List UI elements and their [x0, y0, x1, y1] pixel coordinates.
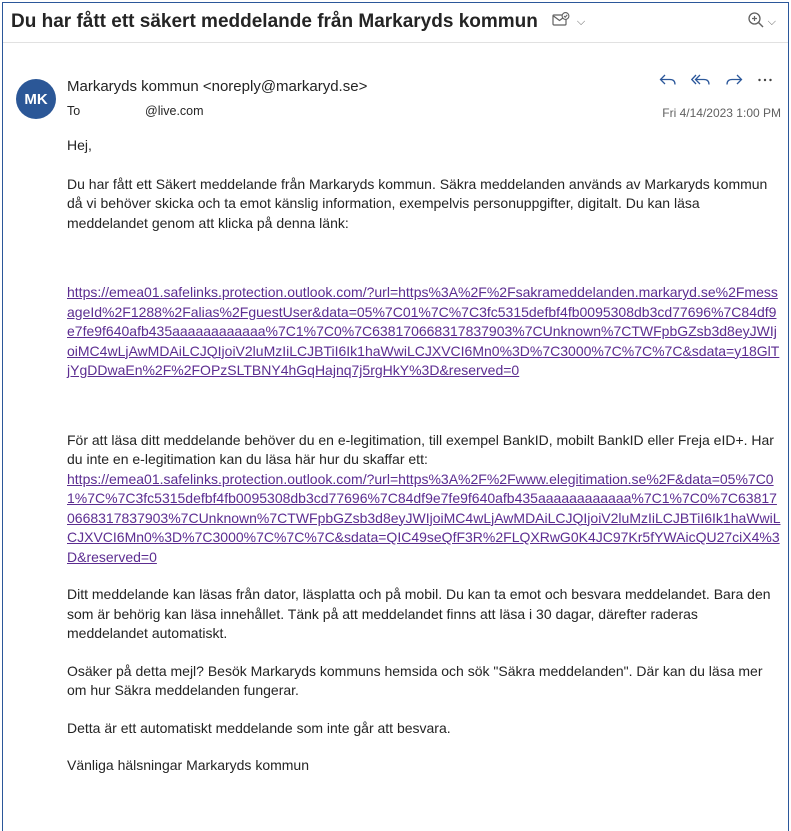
- recipient-row: To @live.com: [67, 104, 204, 118]
- forward-icon[interactable]: [725, 72, 743, 88]
- avatar[interactable]: MK: [16, 79, 56, 119]
- message-body: Hej, Du har fått ett Säkert meddelande f…: [67, 136, 781, 776]
- reply-icon[interactable]: [659, 72, 677, 88]
- to-label: To: [67, 104, 81, 118]
- subject-bar: Du har fått ett säkert meddelande från M…: [3, 3, 788, 41]
- sensitivity-icon[interactable]: [552, 11, 570, 33]
- greeting: Hej,: [67, 137, 92, 153]
- eid-text: För att läsa ditt meddelande behöver du …: [67, 431, 774, 468]
- intro-paragraph: Du har fått ett Säkert meddelande från M…: [67, 175, 768, 231]
- message-subject: Du har fått ett säkert meddelande från M…: [11, 11, 538, 32]
- chevron-down-icon[interactable]: ⌵: [768, 16, 776, 29]
- recipient-address[interactable]: @live.com: [145, 104, 204, 118]
- chevron-down-icon[interactable]: ⌵: [577, 16, 585, 29]
- unsure-paragraph: Osäker på detta mejl? Besök Markaryds ko…: [67, 662, 763, 699]
- zoom-menu[interactable]: ⌵: [747, 11, 776, 34]
- message-actions: [659, 72, 773, 88]
- secure-message-link[interactable]: https://emea01.safelinks.protection.outl…: [67, 284, 779, 378]
- sensitivity-menu[interactable]: ⌵: [552, 11, 585, 33]
- reply-all-icon[interactable]: [691, 72, 711, 88]
- zoom-icon[interactable]: [747, 11, 765, 34]
- sender-name[interactable]: Markaryds kommun <noreply@markaryd.se>: [67, 78, 367, 95]
- auto-paragraph: Detta är ett automatiskt meddelande som …: [67, 719, 451, 736]
- elegitimation-link[interactable]: https://emea01.safelinks.protection.outl…: [67, 471, 781, 565]
- header-divider: [3, 42, 788, 43]
- eid-paragraph: För att läsa ditt meddelande behöver du …: [67, 431, 781, 568]
- more-icon[interactable]: [757, 72, 773, 88]
- closing: Vänliga hälsningar Markaryds kommun: [67, 757, 309, 773]
- info-paragraph: Ditt meddelande kan läsas från dator, lä…: [67, 586, 771, 641]
- message-date: Fri 4/14/2023 1:00 PM: [662, 106, 781, 120]
